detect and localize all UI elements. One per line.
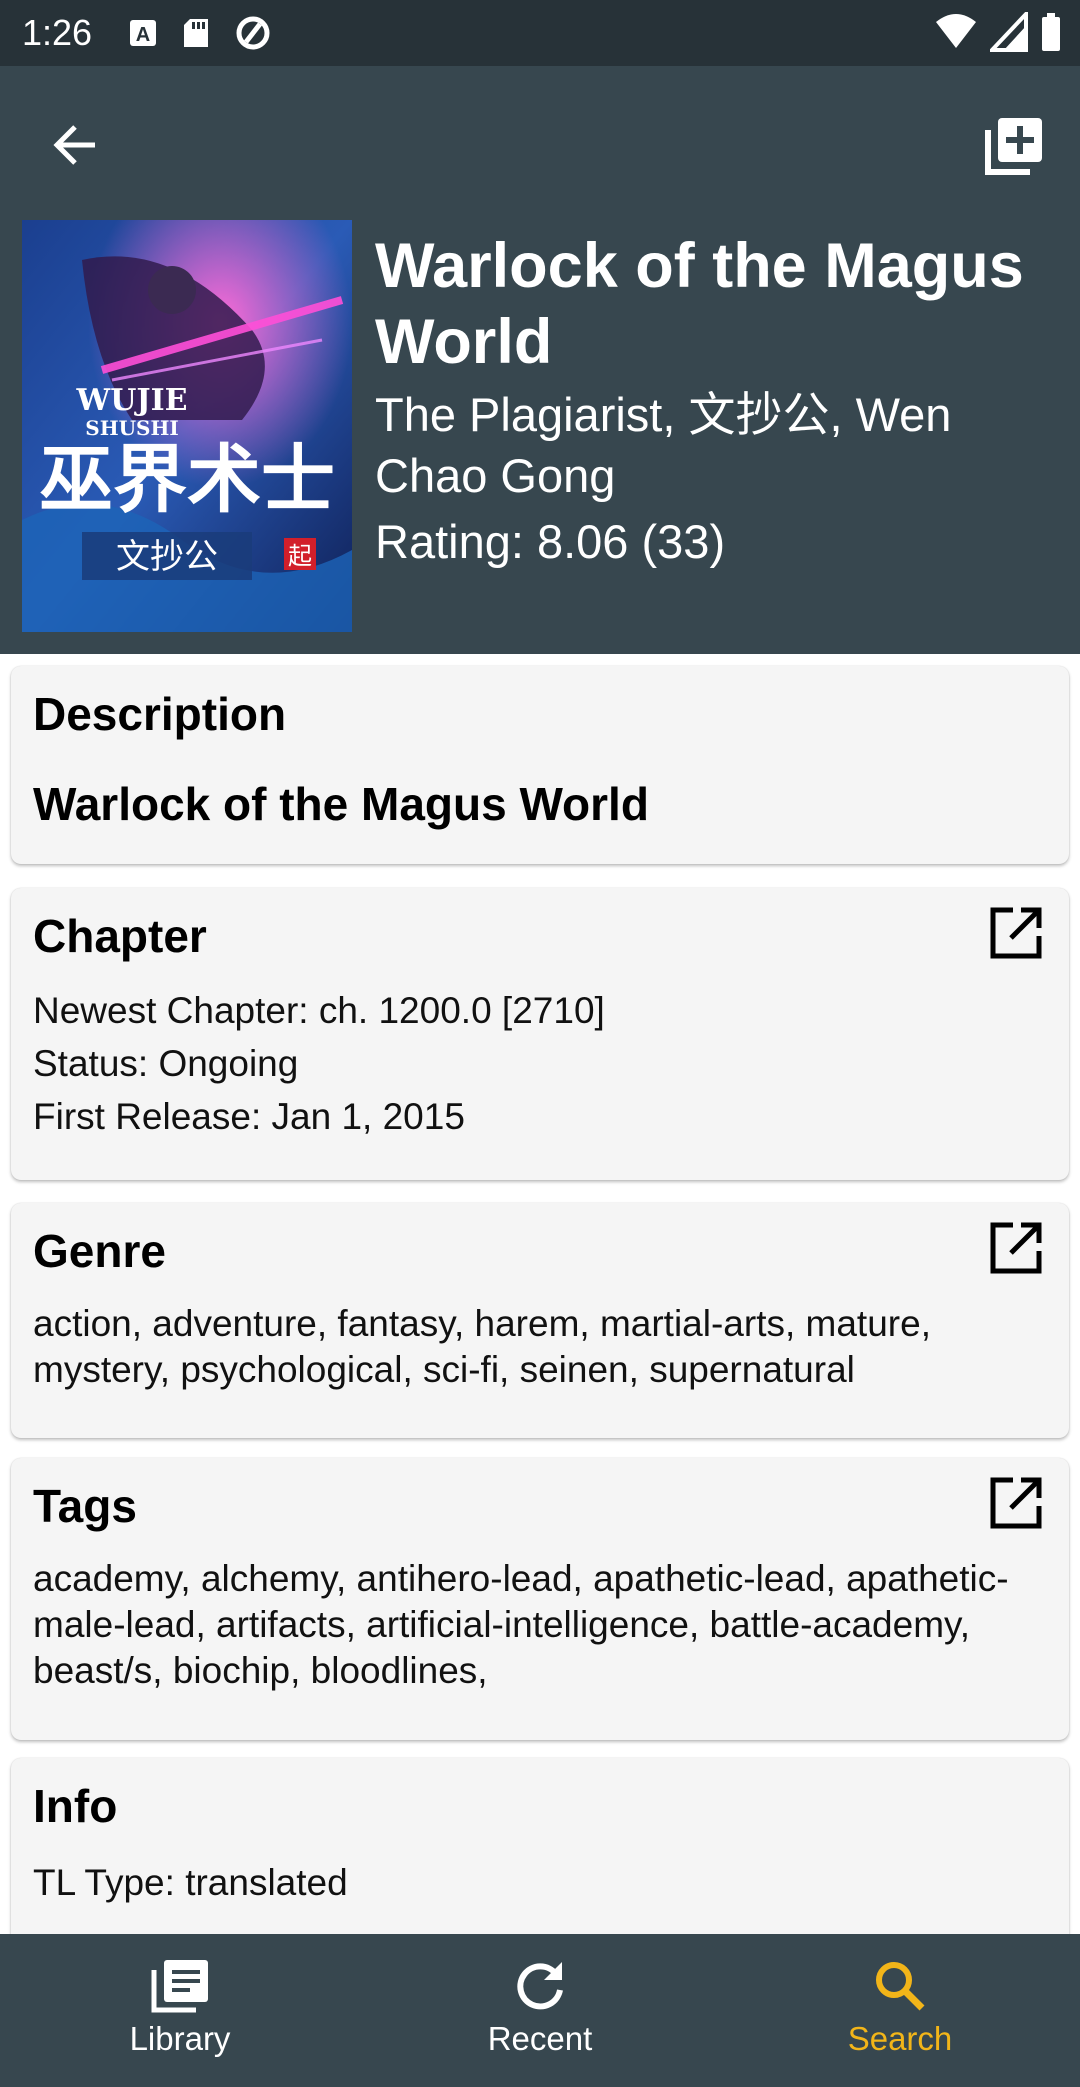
refresh-icon bbox=[517, 1962, 563, 2010]
novel-header: WUJIE SHUSHI 巫界术士 文抄公 起 Warlock of the M… bbox=[0, 66, 1080, 654]
genre-card: Genre action, adventure, fantasy, harem,… bbox=[11, 1203, 1069, 1438]
search-icon bbox=[876, 1962, 925, 2011]
genre-list: action, adventure, fantasy, harem, marti… bbox=[33, 1303, 931, 1390]
nav-library[interactable]: Library bbox=[0, 1934, 360, 2087]
library-books-icon bbox=[151, 1960, 208, 2013]
chapter-card: Chapter Newest Chapter: ch. 1200.0 [2710… bbox=[11, 888, 1069, 1180]
chapter-status: Status: Ongoing bbox=[33, 1043, 299, 1084]
bottom-navigation: Library Recent Search bbox=[0, 1934, 1080, 2087]
add-to-library-button[interactable] bbox=[978, 110, 1050, 182]
nav-library-label: Library bbox=[129, 2020, 231, 2057]
nav-search[interactable]: Search bbox=[720, 1934, 1080, 2087]
description-text: Warlock of the Magus World bbox=[33, 778, 649, 830]
wifi-icon bbox=[936, 14, 976, 48]
arrow-back-icon bbox=[53, 125, 95, 165]
sd-card-icon bbox=[184, 19, 209, 47]
status-bar: 1:26 A bbox=[0, 0, 1080, 66]
cover-image: WUJIE SHUSHI 巫界术士 文抄公 起 bbox=[22, 220, 352, 632]
nav-recent-label: Recent bbox=[487, 2020, 593, 2057]
data-saver-icon bbox=[236, 16, 270, 50]
a-box-icon: A bbox=[130, 20, 157, 46]
newest-chapter: Newest Chapter: ch. 1200.0 [2710] bbox=[33, 990, 605, 1031]
info-card: Info TL Type: translated bbox=[11, 1758, 1069, 1934]
nav-recent[interactable]: Recent bbox=[360, 1934, 720, 2087]
novel-authors: The Plagiarist, 文抄公, Wen Chao Gong bbox=[375, 388, 952, 502]
description-heading: Description bbox=[33, 688, 287, 740]
tags-card: Tags academy, alchemy, antihero-lead, ap… bbox=[11, 1458, 1069, 1740]
cover-chinese-title: 巫界术士 bbox=[39, 437, 335, 523]
genre-heading: Genre bbox=[33, 1225, 166, 1277]
status-system-icons bbox=[934, 12, 1062, 52]
status-notification-icons: A bbox=[128, 14, 272, 52]
tl-type: TL Type: translated bbox=[33, 1862, 348, 1903]
library-add-icon bbox=[985, 118, 1042, 175]
novel-rating: Rating: 8.06 (33) bbox=[375, 515, 726, 568]
open-in-new-icon[interactable] bbox=[989, 906, 1043, 960]
tags-heading: Tags bbox=[33, 1480, 137, 1532]
info-heading: Info bbox=[33, 1780, 118, 1832]
details-content[interactable]: Description Warlock of the Magus World C… bbox=[0, 654, 1080, 1934]
signal-icon bbox=[990, 12, 1028, 52]
status-time: 1:26 bbox=[22, 12, 93, 53]
open-in-new-icon[interactable] bbox=[989, 1476, 1043, 1530]
tags-list: academy, alchemy, antihero-lead, apathet… bbox=[33, 1558, 1009, 1691]
back-button[interactable] bbox=[40, 110, 110, 180]
svg-text:A: A bbox=[136, 24, 150, 46]
chapter-heading: Chapter bbox=[33, 910, 207, 962]
nav-search-label: Search bbox=[847, 2020, 953, 2057]
battery-icon bbox=[1042, 13, 1060, 51]
cover-author-badge: 文抄公 bbox=[116, 537, 218, 577]
cover-seal: 起 bbox=[288, 542, 312, 570]
novel-title: Warlock of the Magus World bbox=[375, 231, 1024, 377]
open-in-new-icon[interactable] bbox=[989, 1221, 1043, 1275]
description-card: Description Warlock of the Magus World bbox=[11, 666, 1069, 864]
first-release: First Release: Jan 1, 2015 bbox=[33, 1096, 465, 1137]
cover-latin-line1: WUJIE bbox=[76, 383, 188, 418]
